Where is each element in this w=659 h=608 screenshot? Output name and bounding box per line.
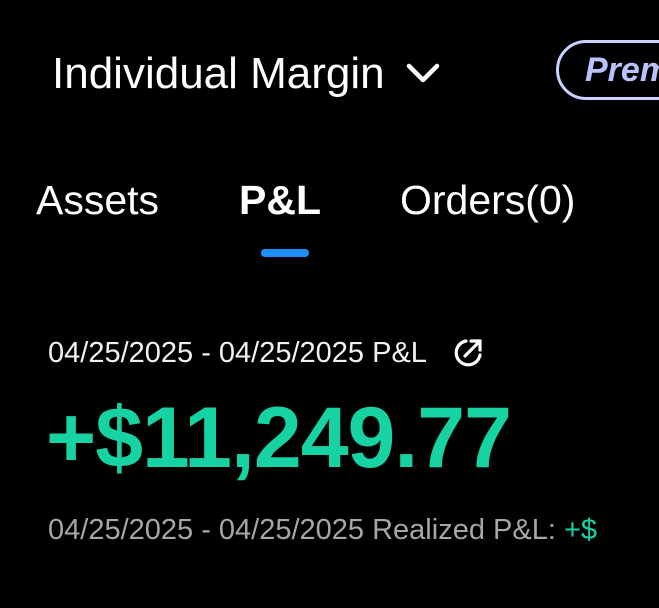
tab-assets[interactable]: Assets [36,172,159,228]
pnl-total-value: +$11,249.77 [46,390,512,486]
premium-badge-label: Premium [585,50,659,89]
tab-bar: Assets P&L Orders(0) [0,172,659,262]
realized-pnl-row: 04/25/2025 - 04/25/2025 Realized P&L: +$ [48,510,597,550]
pnl-range-label: 04/25/2025 - 04/25/2025 P&L [48,337,427,369]
chevron-down-icon [406,63,439,83]
premium-badge[interactable]: Premium [556,40,659,100]
pnl-screen: Individual Margin Premium Assets P&L Ord… [0,0,659,608]
tab-orders[interactable]: Orders(0) [400,172,575,228]
account-selector[interactable]: Individual Margin [52,44,443,104]
pnl-range-row: 04/25/2025 - 04/25/2025 P&L [48,333,485,373]
account-title: Individual Margin [52,49,385,98]
realized-pnl-label: 04/25/2025 - 04/25/2025 Realized P&L: [48,514,556,546]
active-tab-indicator [261,249,309,257]
tab-pl[interactable]: P&L [239,172,321,228]
realized-pnl-value: +$ [563,514,598,546]
share-icon[interactable] [451,336,485,370]
